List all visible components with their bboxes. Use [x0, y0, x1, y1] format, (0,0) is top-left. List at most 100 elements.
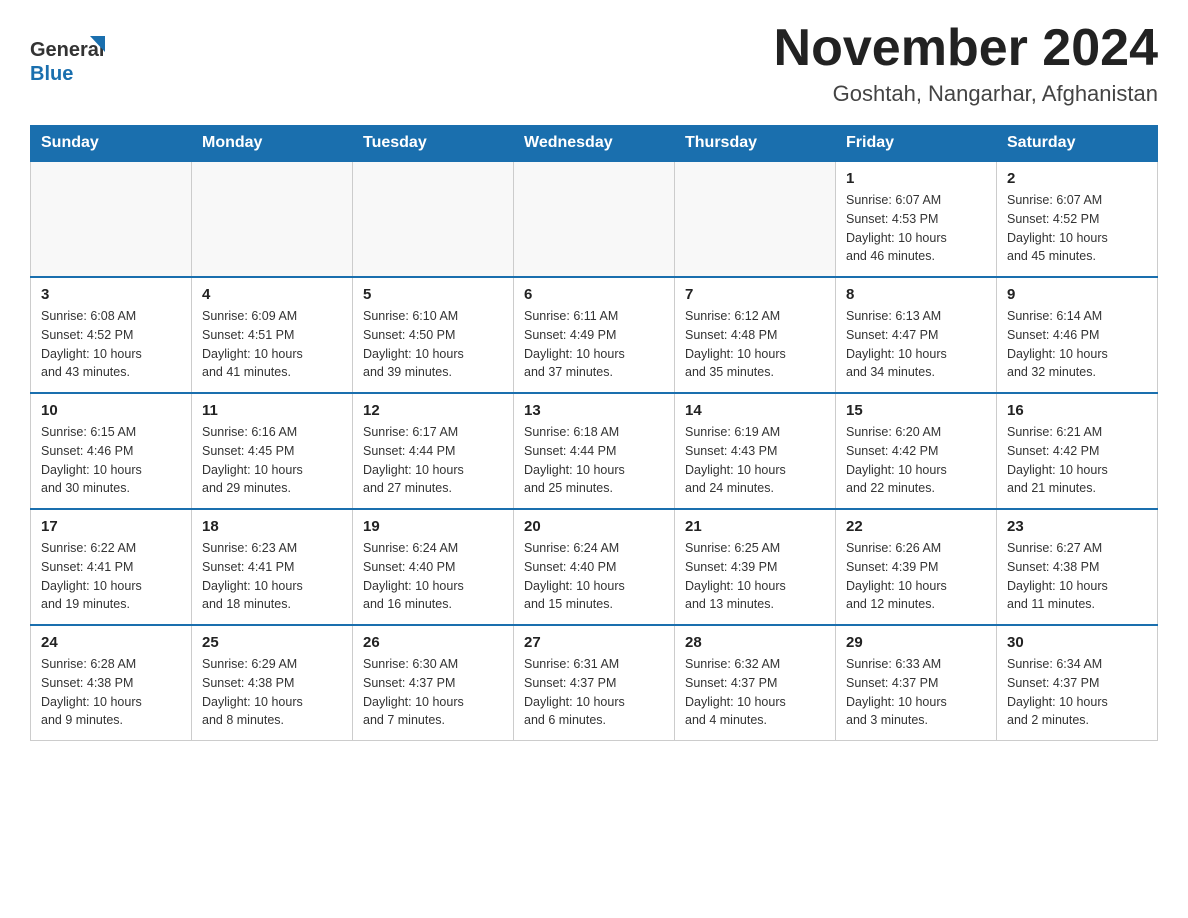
day-number: 7 [685, 286, 825, 303]
day-info: Sunrise: 6:16 AMSunset: 4:45 PMDaylight:… [202, 423, 342, 498]
day-cell: 10 Sunrise: 6:15 AMSunset: 4:46 PMDayligh… [31, 393, 192, 509]
day-info: Sunrise: 6:24 AMSunset: 4:40 PMDaylight:… [363, 539, 503, 614]
weekday-header-row: SundayMondayTuesdayWednesdayThursdayFrid… [31, 126, 1158, 162]
day-cell: 29 Sunrise: 6:33 AMSunset: 4:37 PMDayligh… [836, 625, 997, 741]
day-number: 27 [524, 634, 664, 651]
day-cell: 13 Sunrise: 6:18 AMSunset: 4:44 PMDayligh… [514, 393, 675, 509]
day-cell: 16 Sunrise: 6:21 AMSunset: 4:42 PMDayligh… [997, 393, 1158, 509]
calendar-header: SundayMondayTuesdayWednesdayThursdayFrid… [31, 126, 1158, 162]
day-number: 21 [685, 518, 825, 535]
day-info: Sunrise: 6:20 AMSunset: 4:42 PMDaylight:… [846, 423, 986, 498]
day-info: Sunrise: 6:25 AMSunset: 4:39 PMDaylight:… [685, 539, 825, 614]
day-number: 28 [685, 634, 825, 651]
day-cell: 27 Sunrise: 6:31 AMSunset: 4:37 PMDayligh… [514, 625, 675, 741]
week-row-2: 3Sunrise: 6:08 AMSunset: 4:52 PMDaylight… [31, 277, 1158, 393]
day-info: Sunrise: 6:22 AMSunset: 4:41 PMDaylight:… [41, 539, 181, 614]
day-info: Sunrise: 6:34 AMSunset: 4:37 PMDaylight:… [1007, 655, 1147, 730]
month-title: November 2024 [774, 20, 1158, 77]
day-number: 12 [363, 402, 503, 419]
day-number: 11 [202, 402, 342, 419]
day-number: 17 [41, 518, 181, 535]
day-info: Sunrise: 6:26 AMSunset: 4:39 PMDaylight:… [846, 539, 986, 614]
weekday-header-sunday: Sunday [31, 126, 192, 162]
location-title: Goshtah, Nangarhar, Afghanistan [774, 81, 1158, 107]
day-cell: 19 Sunrise: 6:24 AMSunset: 4:40 PMDayligh… [353, 509, 514, 625]
day-number: 16 [1007, 402, 1147, 419]
day-number: 30 [1007, 634, 1147, 651]
day-cell: 20 Sunrise: 6:24 AMSunset: 4:40 PMDayligh… [514, 509, 675, 625]
day-number: 1 [846, 170, 986, 187]
weekday-header-saturday: Saturday [997, 126, 1158, 162]
day-number: 6 [524, 286, 664, 303]
day-cell: 17 Sunrise: 6:22 AMSunset: 4:41 PMDayligh… [31, 509, 192, 625]
day-cell: 5Sunrise: 6:10 AMSunset: 4:50 PMDaylight… [353, 277, 514, 393]
day-info: Sunrise: 6:11 AMSunset: 4:49 PMDaylight:… [524, 307, 664, 382]
day-info: Sunrise: 6:28 AMSunset: 4:38 PMDaylight:… [41, 655, 181, 730]
day-number: 20 [524, 518, 664, 535]
day-cell [514, 161, 675, 277]
day-cell: 11 Sunrise: 6:16 AMSunset: 4:45 PMDayligh… [192, 393, 353, 509]
day-cell: 24 Sunrise: 6:28 AMSunset: 4:38 PMDayligh… [31, 625, 192, 741]
day-info: Sunrise: 6:30 AMSunset: 4:37 PMDaylight:… [363, 655, 503, 730]
day-info: Sunrise: 6:13 AMSunset: 4:47 PMDaylight:… [846, 307, 986, 382]
day-number: 9 [1007, 286, 1147, 303]
day-cell: 2Sunrise: 6:07 AMSunset: 4:52 PMDaylight… [997, 161, 1158, 277]
day-cell: 9 Sunrise: 6:14 AMSunset: 4:46 PMDaylight… [997, 277, 1158, 393]
day-number: 18 [202, 518, 342, 535]
day-number: 10 [41, 402, 181, 419]
day-info: Sunrise: 6:32 AMSunset: 4:37 PMDaylight:… [685, 655, 825, 730]
day-cell: 8Sunrise: 6:13 AMSunset: 4:47 PMDaylight… [836, 277, 997, 393]
day-cell: 18 Sunrise: 6:23 AMSunset: 4:41 PMDayligh… [192, 509, 353, 625]
day-info: Sunrise: 6:23 AMSunset: 4:41 PMDaylight:… [202, 539, 342, 614]
day-cell: 7Sunrise: 6:12 AMSunset: 4:48 PMDaylight… [675, 277, 836, 393]
day-number: 24 [41, 634, 181, 651]
weekday-header-friday: Friday [836, 126, 997, 162]
day-cell: 6 Sunrise: 6:11 AMSunset: 4:49 PMDaylight… [514, 277, 675, 393]
week-row-4: 17 Sunrise: 6:22 AMSunset: 4:41 PMDayligh… [31, 509, 1158, 625]
day-info: Sunrise: 6:09 AMSunset: 4:51 PMDaylight:… [202, 307, 342, 382]
day-number: 29 [846, 634, 986, 651]
day-cell [31, 161, 192, 277]
day-cell [192, 161, 353, 277]
day-cell: 3Sunrise: 6:08 AMSunset: 4:52 PMDaylight… [31, 277, 192, 393]
day-cell: 30 Sunrise: 6:34 AMSunset: 4:37 PMDayligh… [997, 625, 1158, 741]
day-number: 14 [685, 402, 825, 419]
week-row-1: 1Sunrise: 6:07 AMSunset: 4:53 PMDaylight… [31, 161, 1158, 277]
day-number: 23 [1007, 518, 1147, 535]
day-cell: 25 Sunrise: 6:29 AMSunset: 4:38 PMDayligh… [192, 625, 353, 741]
day-cell: 1Sunrise: 6:07 AMSunset: 4:53 PMDaylight… [836, 161, 997, 277]
day-cell: 4 Sunrise: 6:09 AMSunset: 4:51 PMDaylight… [192, 277, 353, 393]
calendar-table: SundayMondayTuesdayWednesdayThursdayFrid… [30, 125, 1158, 741]
day-number: 25 [202, 634, 342, 651]
day-number: 5 [363, 286, 503, 303]
svg-text:Blue: Blue [30, 63, 73, 85]
day-number: 15 [846, 402, 986, 419]
weekday-header-thursday: Thursday [675, 126, 836, 162]
day-cell: 21 Sunrise: 6:25 AMSunset: 4:39 PMDayligh… [675, 509, 836, 625]
day-info: Sunrise: 6:33 AMSunset: 4:37 PMDaylight:… [846, 655, 986, 730]
day-info: Sunrise: 6:18 AMSunset: 4:44 PMDaylight:… [524, 423, 664, 498]
day-info: Sunrise: 6:19 AMSunset: 4:43 PMDaylight:… [685, 423, 825, 498]
day-cell: 22Sunrise: 6:26 AMSunset: 4:39 PMDayligh… [836, 509, 997, 625]
day-info: Sunrise: 6:29 AMSunset: 4:38 PMDaylight:… [202, 655, 342, 730]
day-cell: 12Sunrise: 6:17 AMSunset: 4:44 PMDayligh… [353, 393, 514, 509]
day-info: Sunrise: 6:08 AMSunset: 4:52 PMDaylight:… [41, 307, 181, 382]
day-number: 4 [202, 286, 342, 303]
day-number: 2 [1007, 170, 1147, 187]
day-number: 13 [524, 402, 664, 419]
day-info: Sunrise: 6:15 AMSunset: 4:46 PMDaylight:… [41, 423, 181, 498]
day-info: Sunrise: 6:27 AMSunset: 4:38 PMDaylight:… [1007, 539, 1147, 614]
day-info: Sunrise: 6:24 AMSunset: 4:40 PMDaylight:… [524, 539, 664, 614]
week-row-5: 24 Sunrise: 6:28 AMSunset: 4:38 PMDayligh… [31, 625, 1158, 741]
day-cell: 23 Sunrise: 6:27 AMSunset: 4:38 PMDayligh… [997, 509, 1158, 625]
svg-text:General: General [30, 39, 104, 61]
logo: General Blue [30, 20, 110, 98]
day-number: 19 [363, 518, 503, 535]
day-cell: 14 Sunrise: 6:19 AMSunset: 4:43 PMDayligh… [675, 393, 836, 509]
day-info: Sunrise: 6:31 AMSunset: 4:37 PMDaylight:… [524, 655, 664, 730]
calendar-body: 1Sunrise: 6:07 AMSunset: 4:53 PMDaylight… [31, 161, 1158, 741]
weekday-header-wednesday: Wednesday [514, 126, 675, 162]
day-info: Sunrise: 6:21 AMSunset: 4:42 PMDaylight:… [1007, 423, 1147, 498]
day-info: Sunrise: 6:14 AMSunset: 4:46 PMDaylight:… [1007, 307, 1147, 382]
week-row-3: 10 Sunrise: 6:15 AMSunset: 4:46 PMDayligh… [31, 393, 1158, 509]
